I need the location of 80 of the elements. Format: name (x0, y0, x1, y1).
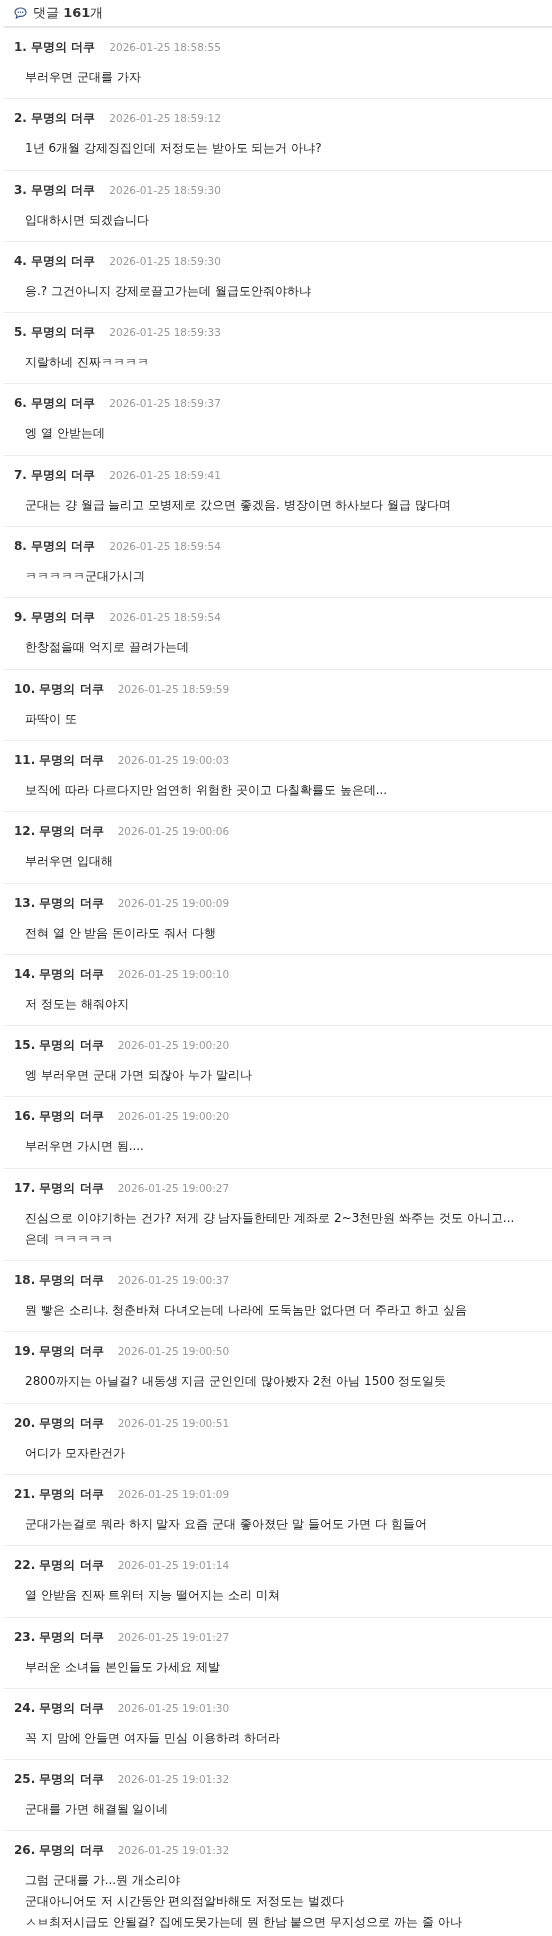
comment-time: 2026-01-25 19:00:10 (117, 967, 230, 980)
comment-text: 파딱이 또 (24, 710, 78, 728)
comment-time: 2026-01-25 19:00:03 (117, 753, 230, 766)
comment-text: 열 안받음 진짜 트위터 지능 떨어지는 소리 미쳐 (24, 1587, 281, 1605)
comment-text: 부러우면 가시면 됨.... (24, 1138, 145, 1156)
comment-author: 24. 무명의 더쿠 (14, 1699, 104, 1717)
comment-time: 2026-01-25 18:59:54 (109, 540, 221, 553)
comment-time: 2026-01-25 19:01:14 (117, 1559, 230, 1572)
comment-text: 전혀 열 안 받음 돈이라도 줘서 다행 (24, 924, 217, 942)
comment-time: 2026-01-25 19:00:20 (117, 1039, 230, 1052)
comment-author: 22. 무명의 더쿠 (14, 1557, 104, 1575)
comment-author: 4. 무명의 더쿠 (14, 252, 96, 270)
comment-time: 2026-01-25 18:59:54 (109, 611, 221, 624)
comment-text: 부러우면 군대를 가자 (24, 69, 142, 86)
comment-author: 5. 무명의 더쿠 (14, 324, 96, 342)
comment-text: 진심으로 이야기하는 건가? 저게 걍 남자들한테만 계좌로 2~3천만원 쏴주는 것도 아니고... 은데 ㅋㅋㅋㅋㅋ (24, 1209, 516, 1248)
comment-author: 7. 무명의 더쿠 (14, 466, 96, 484)
comment-time: 2026-01-25 19:00:50 (117, 1345, 230, 1358)
comment-text: 1년 6개월 강제징집인데 저정도는 받아도 되는거 아냐? (24, 140, 323, 158)
comment-time: 2026-01-25 19:00:20 (117, 1110, 230, 1123)
comment-time: 2026-01-25 18:59:30 (109, 183, 221, 196)
comment-text: ㅋㅋㅋㅋㅋ군대가시긔 (24, 568, 146, 586)
comment-text: 2800까지는 아닐걸? 내동생 지금 군인인데 많아봤자 2천 아님 1500 정도일듯 (24, 1373, 448, 1391)
comment-text: 엥 열 안받는데 (24, 425, 106, 443)
comment-time: 2026-01-25 19:00:06 (117, 825, 230, 838)
comment-text: 한창젊을때 억지로 끌려가는데 (24, 639, 190, 657)
comment-time: 2026-01-25 19:00:09 (117, 896, 230, 909)
comment-time: 2026-01-25 19:00:27 (117, 1181, 230, 1194)
comment-text: 입대하시면 되겠습니다 (24, 211, 150, 229)
comment-author: 8. 무명의 더쿠 (14, 538, 96, 556)
comment-text: 지랄하네 진짜ㅋㅋㅋㅋ (24, 354, 150, 372)
comment-author: 23. 무명의 더쿠 (14, 1628, 104, 1646)
comment-time: 2026-01-25 18:59:33 (109, 326, 221, 339)
comment-time: 2026-01-25 18:59:30 (109, 254, 221, 267)
comment-text: 군대를 가면 해결될 일이네 (24, 1801, 170, 1819)
comment-author: 19. 무명의 더쿠 (14, 1343, 104, 1361)
comment-author: 16. 무명의 더쿠 (14, 1108, 104, 1126)
comment-author: 13. 무명의 더쿠 (14, 894, 104, 912)
comment-time: 2026-01-25 19:00:37 (117, 1274, 230, 1287)
comment-text: 엥 부러우면 군대 가면 되잖아 누가 말리나 (24, 1067, 253, 1085)
comment-time: 2026-01-25 19:01:09 (117, 1487, 230, 1500)
comment-time: 2026-01-25 18:59:37 (109, 397, 221, 410)
comment-time: 2026-01-25 18:59:41 (109, 468, 221, 481)
comment-author: 12. 무명의 더쿠 (14, 823, 104, 841)
comment-text: 저 정도는 해줘야지 (24, 995, 130, 1013)
comment-text: 그럼 군대를 가...뭔 개소리야 군대아니어도 저 시간동안 편의점알바해도 저정도는 벌겠다 ㅅㅂ최저시급도 안될걸? 집에도못가는데 뭔 한남 붙으면 무지성으로 까는 줄 아나 (24, 1872, 463, 1932)
comment-author: 17. 무명의 더쿠 (14, 1179, 104, 1197)
comment-author: 11. 무명의 더쿠 (14, 751, 104, 769)
comment-author: 10. 무명의 더쿠 (14, 680, 104, 698)
comment-time: 2026-01-25 19:01:32 (117, 1844, 230, 1857)
comment-text: 군대가는걸로 뭐라 하지 말자 요즘 군대 좋아졌단 말 들어도 가면 다 힘들어 (24, 1515, 428, 1533)
comment-time: 2026-01-25 18:59:12 (109, 112, 221, 125)
comment-time: 2026-01-25 19:00:51 (117, 1416, 230, 1429)
comment-text: 보직에 따라 다르다지만 엄연히 위험한 곳이고 다칠확률도 높은데... (24, 781, 389, 799)
comment-count: 댓글 161개 (33, 4, 104, 22)
comment-text: 부러우면 입대해 (24, 853, 114, 871)
comment-icon (14, 7, 27, 19)
comment-text: 부러운 소녀들 본인들도 가세요 제발 (24, 1658, 222, 1676)
comment-time: 2026-01-25 18:58:55 (109, 41, 221, 53)
comment-text: 군대는 걍 월급 늘리고 모병제로 갔으면 좋겠음. 병장이면 하사보다 월급 많다며 (24, 496, 452, 514)
comment-text: 꼭 지 맘에 안들면 여자들 민심 이용하려 하더라 (24, 1729, 281, 1747)
comment-text: 뭔 빻은 소리냐. 청춘바쳐 다녀오는데 나라에 도둑놈만 없다면 더 주라고 하고 싶음 (24, 1302, 468, 1320)
comment-author: 21. 무명의 더쿠 (14, 1485, 104, 1503)
comment-author: 20. 무명의 더쿠 (14, 1414, 104, 1432)
comment-time: 2026-01-25 19:01:30 (117, 1701, 230, 1714)
comment-author: 25. 무명의 더쿠 (14, 1771, 104, 1789)
comment-time: 2026-01-25 18:59:59 (117, 682, 230, 695)
comment-author: 26. 무명의 더쿠 (14, 1842, 104, 1860)
comment-author: 9. 무명의 더쿠 (14, 609, 96, 627)
comment-time: 2026-01-25 19:01:32 (117, 1773, 230, 1786)
comment-author: 14. 무명의 더쿠 (14, 965, 104, 983)
comment-author: 1. 무명의 더쿠 (14, 39, 96, 56)
comment-text: 어디가 모자란건가 (24, 1444, 126, 1462)
comment-author: 6. 무명의 더쿠 (14, 395, 96, 413)
comment-author: 2. 무명의 더쿠 (14, 110, 96, 128)
comment-author: 3. 무명의 더쿠 (14, 181, 96, 199)
comment-time: 2026-01-25 19:01:27 (117, 1630, 230, 1643)
comment-author: 18. 무명의 더쿠 (14, 1272, 104, 1290)
comment-text: 응.? 그건아니지 강제로끌고가는데 월급도안줘야하냐 (24, 282, 312, 300)
comment-author: 15. 무명의 더쿠 (14, 1037, 104, 1055)
